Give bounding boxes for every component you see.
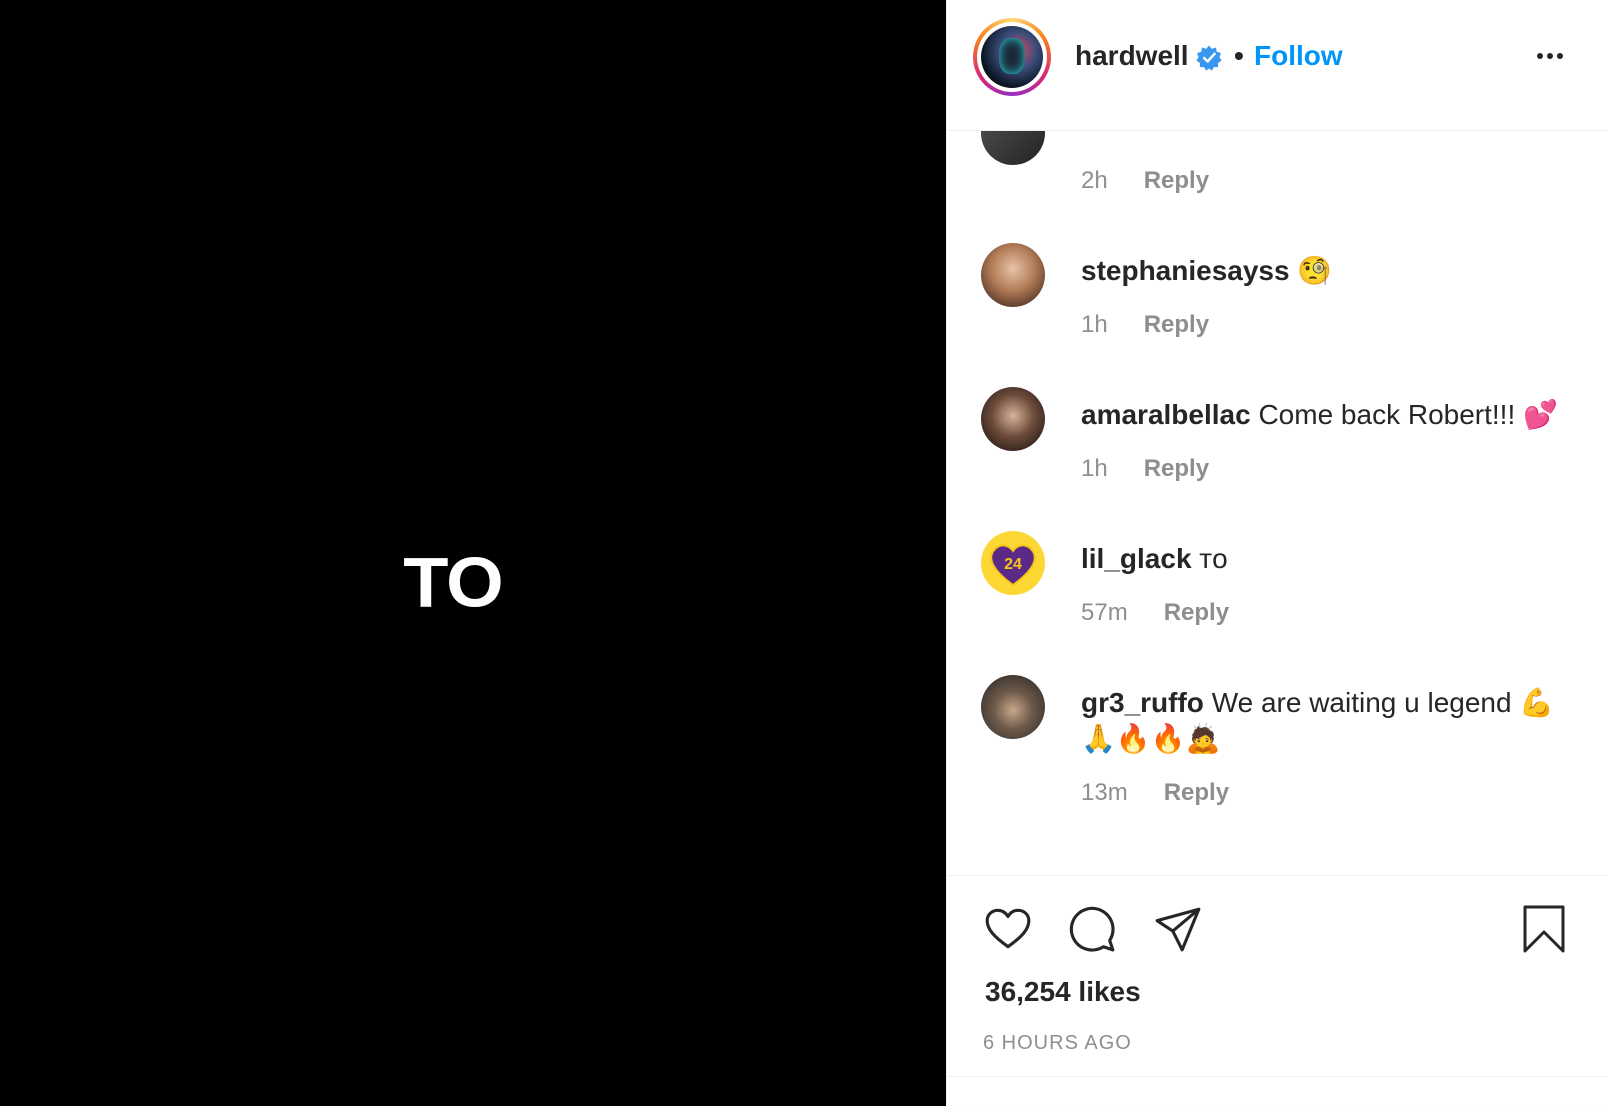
like-heart-icon[interactable]	[983, 904, 1033, 954]
share-send-icon[interactable]	[1153, 904, 1203, 954]
heart-24-avatar-icon: 24	[990, 544, 1036, 587]
comment-age: 1h	[1081, 311, 1108, 338]
two-hearts-emoji-icon: 💕	[1523, 399, 1558, 430]
reply-button[interactable]: Reply	[1164, 779, 1229, 806]
author-username[interactable]: hardwell	[1075, 40, 1189, 72]
flexed-biceps-emoji-icon: 💪	[1519, 687, 1555, 718]
post-header: hardwell • Follow	[947, 0, 1608, 131]
comment-body: stephaniesayss 🧐	[1081, 253, 1581, 289]
commenter-username[interactable]: gr3_ruffo	[1081, 687, 1204, 718]
commenter-username[interactable]: lil_glack	[1081, 543, 1192, 574]
monocle-face-emoji-icon: 🧐	[1297, 255, 1333, 286]
reply-button[interactable]: Reply	[1144, 311, 1209, 338]
commenter-avatar[interactable]	[981, 387, 1045, 451]
comment-age: 13m	[1081, 779, 1128, 806]
svg-text:24: 24	[1004, 556, 1022, 573]
comment-body: amaralbellac Come back Robert!!! 💕	[1081, 397, 1581, 433]
post-actions-bar: 36,254 likes 6 HOURS AGO	[947, 875, 1608, 1107]
avatar-image	[981, 26, 1043, 88]
post-media[interactable]: TO	[0, 0, 946, 1106]
emoji-line: 🙏🔥🔥🙇	[1081, 723, 1221, 754]
verified-badge-icon	[1196, 45, 1222, 71]
commenter-avatar[interactable]	[981, 243, 1045, 307]
reply-button[interactable]: Reply	[1144, 455, 1209, 482]
follow-button[interactable]: Follow	[1254, 40, 1343, 72]
comment-meta: 2h Reply	[1081, 167, 1209, 195]
comment-text: ᴛᴏ	[1199, 543, 1228, 574]
comment-body: lil_glack ᴛᴏ	[1081, 541, 1581, 577]
divider	[947, 1076, 1608, 1077]
comment-meta: 1h Reply	[1081, 311, 1209, 339]
comment-age: 2h	[1081, 167, 1108, 194]
instagram-post: TO hardwell • Follow 2h Reply stephanies…	[0, 0, 1608, 1106]
more-options-icon[interactable]	[1535, 44, 1569, 68]
post-side-panel: hardwell • Follow 2h Reply stephaniesays…	[946, 0, 1608, 1106]
header-separator: •	[1234, 40, 1244, 71]
commenter-avatar[interactable]	[981, 131, 1045, 165]
post-timestamp: 6 HOURS AGO	[983, 1032, 1132, 1054]
comment-meta: 57m Reply	[1081, 599, 1229, 627]
comment-text: Come back Robert!!!	[1258, 399, 1516, 430]
comment-bubble-icon[interactable]	[1067, 904, 1117, 954]
commenter-avatar[interactable]: 24	[981, 531, 1045, 595]
reply-button[interactable]: Reply	[1144, 167, 1209, 194]
comment-age: 57m	[1081, 599, 1128, 626]
comment-body: gr3_ruffo We are waiting u legend 💪 🙏🔥🔥🙇	[1081, 685, 1581, 757]
bookmark-save-icon[interactable]	[1521, 904, 1567, 954]
comment-age: 1h	[1081, 455, 1108, 482]
reply-button[interactable]: Reply	[1164, 599, 1229, 626]
commenter-avatar[interactable]	[981, 675, 1045, 739]
comment-meta: 1h Reply	[1081, 455, 1209, 483]
comment-meta: 13m Reply	[1081, 779, 1229, 807]
author-avatar[interactable]	[973, 18, 1051, 96]
avatar-ring-inner	[977, 22, 1047, 92]
comment-text: We are waiting u legend	[1211, 687, 1512, 718]
comments-list[interactable]: 2h Reply stephaniesayss 🧐 1h Reply amara…	[947, 131, 1608, 871]
likes-count[interactable]: 36,254 likes	[985, 976, 1141, 1008]
commenter-username[interactable]: stephaniesayss	[1081, 255, 1290, 286]
media-caption-text: TO	[403, 543, 503, 622]
commenter-username[interactable]: amaralbellac	[1081, 399, 1251, 430]
